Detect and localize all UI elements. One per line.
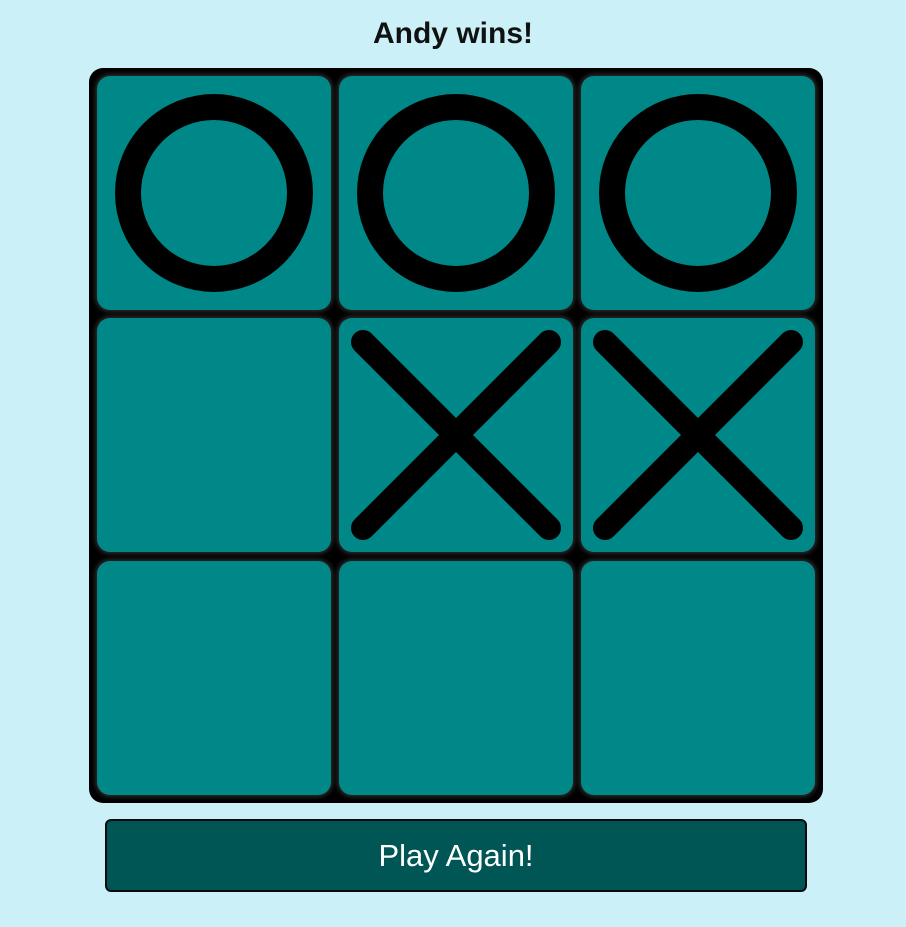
play-again-button[interactable]: Play Again! bbox=[105, 819, 807, 892]
x-mark-icon bbox=[593, 330, 803, 540]
game-status: Andy wins! bbox=[372, 17, 533, 50]
board-cell-8[interactable] bbox=[339, 561, 573, 795]
board-cell-1[interactable] bbox=[97, 76, 331, 310]
x-mark-icon bbox=[351, 330, 561, 540]
board-cell-4[interactable] bbox=[97, 318, 331, 552]
o-mark-icon bbox=[599, 94, 797, 292]
o-mark-icon bbox=[357, 94, 555, 292]
board-cell-5[interactable] bbox=[339, 318, 573, 552]
o-mark-icon bbox=[115, 94, 313, 292]
board-cell-6[interactable] bbox=[581, 318, 815, 552]
board-cell-2[interactable] bbox=[339, 76, 573, 310]
board-cell-7[interactable] bbox=[97, 561, 331, 795]
game-board bbox=[89, 68, 823, 803]
board-cell-3[interactable] bbox=[581, 76, 815, 310]
board-cell-9[interactable] bbox=[581, 561, 815, 795]
